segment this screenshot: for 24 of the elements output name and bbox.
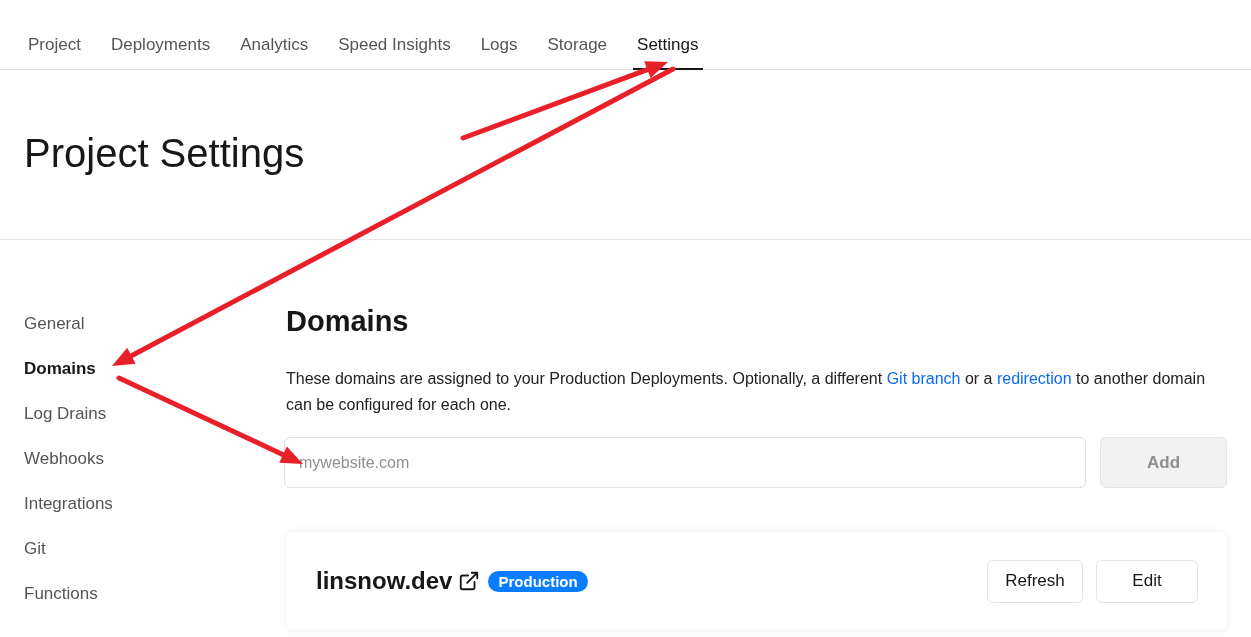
nav-tab[interactable]: Project: [24, 0, 85, 70]
sidebar-item[interactable]: Integrations: [24, 494, 113, 514]
text-link[interactable]: Git branch: [886, 370, 961, 387]
sidebar-item[interactable]: Webhooks: [24, 449, 104, 469]
nav-tab[interactable]: Logs: [476, 0, 522, 70]
domain-name: linsnow.dev: [316, 566, 453, 596]
sidebar-item[interactable]: Log Drains: [24, 404, 107, 424]
nav-tab[interactable]: Deployments: [106, 0, 215, 70]
nav-tab[interactable]: Storage: [543, 0, 612, 70]
sidebar-item[interactable]: Domains: [24, 359, 96, 379]
nav-tab[interactable]: Speed Insights: [334, 0, 455, 70]
sidebar-item[interactable]: General: [24, 314, 85, 334]
description-text: These domains are assigned to your Production Deployments. Optionally, a different Git branch or a redirection to another domain can be configured for each one.: [286, 369, 1207, 415]
page-title: Project Settings: [24, 130, 305, 176]
refresh-button[interactable]: Refresh: [987, 559, 1083, 603]
section-heading: Domains: [286, 304, 410, 338]
sidebar-item[interactable]: Git: [24, 539, 46, 559]
sidebar-item[interactable]: Functions: [24, 584, 98, 604]
external-link-icon[interactable]: [458, 570, 481, 592]
nav-tab[interactable]: Analytics: [236, 0, 313, 70]
domain-input-field[interactable]: mywebsite.com: [284, 437, 1086, 488]
text-link[interactable]: redirection: [996, 370, 1072, 387]
edit-button[interactable]: Edit: [1096, 559, 1198, 603]
environment-badge: Production: [488, 570, 588, 592]
